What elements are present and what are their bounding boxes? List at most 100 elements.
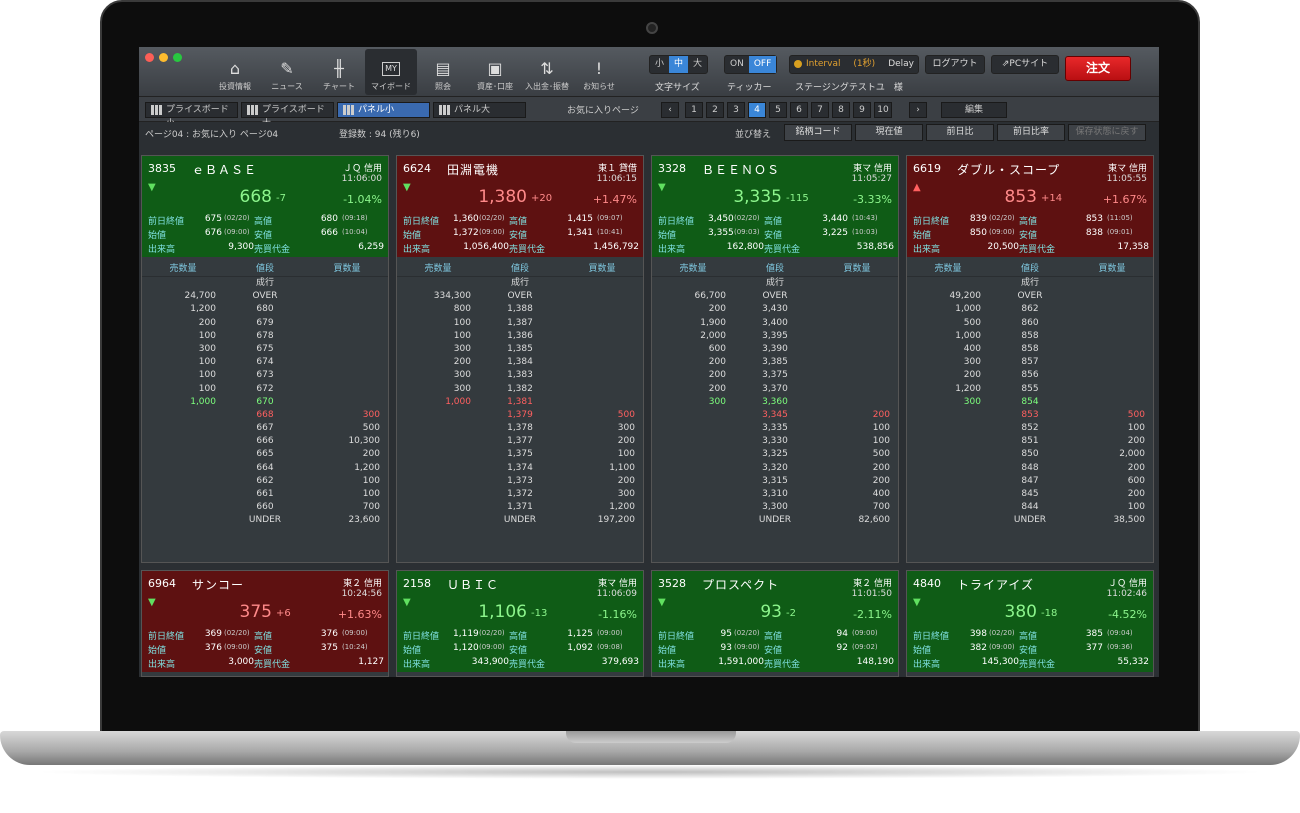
order-book-row[interactable]: 100 678	[142, 330, 388, 343]
order-book-row[interactable]: 100 672	[142, 383, 388, 396]
order-book-row[interactable]: 3,325 500	[652, 448, 898, 461]
page-button-6[interactable]: 6	[790, 102, 808, 118]
order-book-row[interactable]: 848 200	[907, 462, 1153, 475]
order-book-row[interactable]: 24,700 OVER	[142, 290, 388, 303]
order-book-row[interactable]: 100 674	[142, 356, 388, 369]
order-button[interactable]: 注文	[1065, 56, 1131, 81]
order-book-row[interactable]: 1,200 855	[907, 383, 1153, 396]
order-book-row[interactable]: 847 600	[907, 475, 1153, 488]
stock-panel[interactable]: 3835 ｅＢＡＳＥ ＪＱ 信用 11:06:00 ▼ 668 -7 -1.04% 前日終値 67…	[141, 155, 389, 563]
order-book-row[interactable]: UNDER 23,600	[142, 514, 388, 527]
pc-site-button[interactable]: ⇗PCサイト	[991, 55, 1059, 74]
restore-saved-button[interactable]: 保存状態に戻す	[1068, 124, 1146, 141]
order-book-row[interactable]: 300 3,360	[652, 396, 898, 409]
order-book-row[interactable]: 3,345 200	[652, 409, 898, 422]
order-book-row[interactable]: 1,371 1,200	[397, 501, 643, 514]
order-book-row[interactable]: 851 200	[907, 435, 1153, 448]
zoom-button[interactable]	[173, 53, 182, 62]
order-book-row[interactable]: 300 854	[907, 396, 1153, 409]
order-book-row[interactable]: 1,378 300	[397, 422, 643, 435]
order-book-row[interactable]: 3,300 700	[652, 501, 898, 514]
order-book-row[interactable]: 100 673	[142, 369, 388, 382]
order-book-row[interactable]: 2,000 3,395	[652, 330, 898, 343]
order-book-row[interactable]: 200 679	[142, 317, 388, 330]
page-button-8[interactable]: 8	[832, 102, 850, 118]
nav-item-asset[interactable]: ▣ 資産･口座	[469, 49, 521, 95]
nav-item-myboard[interactable]: MY マイボード	[365, 49, 417, 95]
order-book-row[interactable]: 800 1,388	[397, 303, 643, 316]
order-book-row[interactable]: 400 858	[907, 343, 1153, 356]
order-book-row[interactable]: 1,374 1,100	[397, 462, 643, 475]
order-book-row[interactable]: 300 1,385	[397, 343, 643, 356]
stock-panel[interactable]: 3328 ＢＥＥＮＯＳ 東マ 信用 11:05:27 ▼ 3,335 -115 -3.33% 前…	[651, 155, 899, 563]
order-book-row[interactable]: 300 1,382	[397, 383, 643, 396]
order-book-row[interactable]: 1,000 670	[142, 396, 388, 409]
order-book-row[interactable]: 3,320 200	[652, 462, 898, 475]
order-book-row[interactable]: 66,700 OVER	[652, 290, 898, 303]
order-book-row[interactable]: 1,900 3,400	[652, 317, 898, 330]
nav-item-home[interactable]: ⌂ 投資情報	[209, 49, 261, 95]
order-book-row[interactable]: 600 3,390	[652, 343, 898, 356]
order-book-row[interactable]: 1,377 200	[397, 435, 643, 448]
order-book-row[interactable]: 1,379 500	[397, 409, 643, 422]
page-button-1[interactable]: 1	[685, 102, 703, 118]
font-size-large[interactable]: 大	[688, 56, 707, 73]
order-book-row[interactable]: 3,315 200	[652, 475, 898, 488]
order-book-row[interactable]: 1,000 1,381	[397, 396, 643, 409]
order-book-row[interactable]: 1,000 858	[907, 330, 1153, 343]
page-button-4[interactable]: 4	[748, 102, 766, 118]
stock-panel[interactable]: 2158 ＵＢＩＣ 東マ 信用 11:06:09 ▼ 1,106 -13 -1.16% 前日終値…	[396, 570, 644, 677]
order-book-row[interactable]: 3,310 400	[652, 488, 898, 501]
page-button-3[interactable]: 3	[727, 102, 745, 118]
order-book-row[interactable]: 200 3,385	[652, 356, 898, 369]
stock-panel[interactable]: 6619 ダブル・スコープ 東マ 信用 11:05:55 ▲ 853 +14 +1.67% 前日…	[906, 155, 1154, 563]
view-panel-large[interactable]: パネル大	[433, 102, 526, 118]
edit-button[interactable]: 編集	[941, 102, 1007, 118]
page-button-7[interactable]: 7	[811, 102, 829, 118]
order-book-row[interactable]: UNDER 38,500	[907, 514, 1153, 527]
order-book-row[interactable]: 852 100	[907, 422, 1153, 435]
nav-item-book[interactable]: ▤ 照会	[417, 49, 469, 95]
order-book-row[interactable]: 664 1,200	[142, 462, 388, 475]
stock-panel[interactable]: 4840 トライアイズ ＪＱ 信用 11:02:46 ▼ 380 -18 -4.52% 前日終値…	[906, 570, 1154, 677]
ticker-off[interactable]: OFF	[748, 56, 777, 73]
order-book-row[interactable]: 3,330 100	[652, 435, 898, 448]
nav-item-chart[interactable]: ╫ チャート	[313, 49, 365, 95]
close-button[interactable]	[145, 53, 154, 62]
interval-toggle[interactable]: Interval (1秒) Delay	[789, 55, 919, 74]
order-book-row[interactable]: 660 700	[142, 501, 388, 514]
stock-panel[interactable]: 6964 サンコー 東２ 信用 10:24:56 ▼ 375 +6 +1.63% 前日終値 369…	[141, 570, 389, 677]
delay-label[interactable]: Delay	[888, 56, 914, 73]
order-book-row[interactable]: 334,300 OVER	[397, 290, 643, 303]
logout-button[interactable]: ログアウト	[925, 55, 985, 74]
order-book-row[interactable]: 1,372 300	[397, 488, 643, 501]
next-page-button[interactable]: ›	[909, 102, 927, 118]
order-book-row[interactable]: 200 3,375	[652, 369, 898, 382]
order-book-row[interactable]: 662 100	[142, 475, 388, 488]
order-book-row[interactable]: 668 300	[142, 409, 388, 422]
page-button-5[interactable]: 5	[769, 102, 787, 118]
order-book-row[interactable]: 100 1,387	[397, 317, 643, 330]
view-panel-small[interactable]: パネル小	[337, 102, 430, 118]
minimize-button[interactable]	[159, 53, 168, 62]
order-book-row[interactable]: UNDER 197,200	[397, 514, 643, 527]
ticker-on[interactable]: ON	[725, 56, 749, 73]
page-button-10[interactable]: 10	[874, 102, 892, 118]
order-book-row[interactable]: 300 857	[907, 356, 1153, 369]
order-book-row[interactable]: 1,375 100	[397, 448, 643, 461]
order-book-row[interactable]: 666 10,300	[142, 435, 388, 448]
font-size-small[interactable]: 小	[650, 56, 669, 73]
order-book-row[interactable]: 661 100	[142, 488, 388, 501]
order-book-row[interactable]: 200 3,430	[652, 303, 898, 316]
view-priceboard-large[interactable]: プライスボード大	[241, 102, 334, 129]
order-book-row[interactable]: UNDER 82,600	[652, 514, 898, 527]
order-book-row[interactable]: 300 675	[142, 343, 388, 356]
order-book-row[interactable]: 667 500	[142, 422, 388, 435]
order-book-row[interactable]: 844 100	[907, 501, 1153, 514]
order-book-row[interactable]: 500 860	[907, 317, 1153, 330]
nav-item-news[interactable]: ✎ ニュース	[261, 49, 313, 95]
stock-panel[interactable]: 3528 プロスペクト 東２ 信用 11:01:50 ▼ 93 -2 -2.11% 前日終値 95…	[651, 570, 899, 677]
order-book-row[interactable]: 1,373 200	[397, 475, 643, 488]
sort-change-pct-button[interactable]: 前日比率	[997, 124, 1065, 141]
order-book-row[interactable]: 100 1,386	[397, 330, 643, 343]
